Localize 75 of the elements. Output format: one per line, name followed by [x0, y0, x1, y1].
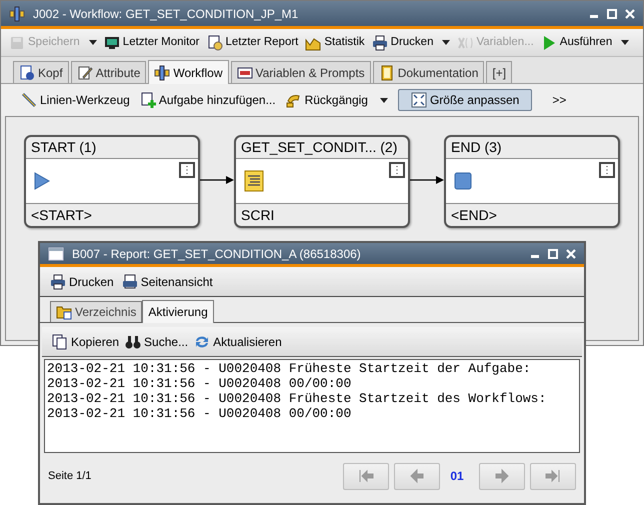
tab[interactable]: [+] [486, 61, 512, 83]
workflow-node[interactable]: END (3) <END> [444, 135, 620, 228]
refresh-icon [194, 334, 210, 350]
line-tool-icon [21, 92, 37, 108]
fit-size-icon [410, 92, 427, 108]
toolbar-button[interactable]: Letzter Report [206, 34, 298, 52]
close-icon[interactable] [566, 248, 576, 258]
page-label: Seite 1/1 [48, 468, 92, 484]
window-title: J002 - Workflow: GET_SET_CONDITION_JP_M1 [33, 6, 298, 22]
toolbar-button[interactable]: Aktualisieren [194, 332, 282, 350]
workflow-node[interactable]: START (1) <START> [24, 135, 200, 228]
first-arrow-icon [357, 467, 375, 485]
tab[interactable]: Workflow [148, 60, 229, 84]
toolbar-button[interactable]: Suche... [125, 332, 188, 350]
window-title: B007 - Report: GET_SET_CONDITION_A (86518306) [72, 246, 361, 262]
node-menu-icon[interactable] [389, 162, 405, 178]
toolbar-button[interactable]: Rückgängig [286, 91, 368, 109]
toolbar-button[interactable]: Letzter Monitor [104, 34, 200, 52]
tab[interactable]: Kopf [13, 61, 69, 83]
maximize-icon[interactable] [548, 248, 558, 258]
toolbar-button[interactable]: Statistik [305, 34, 365, 52]
window-icon [48, 246, 64, 260]
undo-arrow-icon [286, 92, 302, 108]
last-arrow-icon [544, 467, 562, 485]
toolbar-button[interactable]: Größe anpassen [398, 89, 532, 111]
variables-icon [457, 34, 474, 50]
node-footer: <START> [26, 204, 198, 226]
add-document-icon [140, 92, 156, 108]
pencil-document-icon [76, 64, 93, 80]
workflow-icon [9, 6, 25, 22]
node-footer: <END> [446, 204, 618, 226]
log-line: 2013-02-21 10:31:56 - U0020408 Früheste Startzeit der Aufgabe: [47, 361, 532, 376]
close-icon[interactable] [625, 8, 635, 18]
log-line: 2013-02-21 10:31:56 - U0020408 00/00:00 [47, 406, 352, 421]
node-menu-icon[interactable] [179, 162, 195, 178]
dropdown-arrow-icon[interactable] [621, 40, 630, 45]
node-footer: SCRI [236, 204, 408, 226]
dropdown-arrow-icon[interactable] [442, 40, 450, 45]
connector-arrow [200, 175, 234, 185]
printer-icon [372, 34, 388, 50]
copy-icon [52, 334, 68, 350]
toolbar-button[interactable]: Seitenansicht [122, 272, 213, 290]
next-arrow-icon [493, 467, 511, 485]
toolbar-button[interactable]: Drucken [372, 34, 434, 52]
toolbar-button[interactable]: Ausführen [540, 34, 612, 52]
workflow-node[interactable]: GET_SET_CONDIT... (2) SCRI [234, 135, 410, 228]
binoculars-icon [125, 334, 142, 350]
monitor-icon [104, 34, 120, 50]
toolbar-button[interactable]: Aufgabe hinzufügen... [140, 91, 276, 109]
variables-icon [236, 64, 253, 80]
tab[interactable]: Verzeichnis [50, 301, 142, 322]
script-document-icon [244, 170, 264, 192]
maximize-icon[interactable] [607, 8, 617, 18]
play-triangle-icon [34, 172, 50, 190]
connector-arrow [410, 175, 444, 185]
tab[interactable]: Variablen & Prompts [230, 61, 371, 83]
toolbar-button[interactable]: >> [552, 91, 566, 109]
node-menu-icon[interactable] [599, 162, 615, 178]
toolbar-button[interactable]: Linien-Werkzeug [21, 91, 130, 109]
tab[interactable]: Aktivierung [142, 300, 214, 323]
log-line: 2013-02-21 10:31:56 - U0020408 00/00:00 [47, 376, 352, 391]
page-number: 01 [449, 468, 465, 485]
log-line: 2013-02-21 10:31:56 - U0020408 Früheste Startzeit des Workflows: [47, 391, 548, 406]
print-preview-icon [122, 274, 138, 290]
toolbar-button[interactable]: Kopieren [52, 332, 120, 350]
tab[interactable]: Dokumentation [372, 61, 484, 83]
tab[interactable]: Attribute [70, 61, 146, 83]
folder-list-icon [56, 304, 72, 320]
printer-icon [50, 274, 66, 290]
workflow-icon [154, 64, 170, 80]
prev-arrow-icon [408, 467, 426, 485]
dropdown-arrow-icon[interactable] [380, 98, 388, 102]
toolbar-button[interactable]: Drucken [50, 272, 114, 290]
book-icon [378, 64, 395, 80]
square-icon [454, 172, 472, 190]
